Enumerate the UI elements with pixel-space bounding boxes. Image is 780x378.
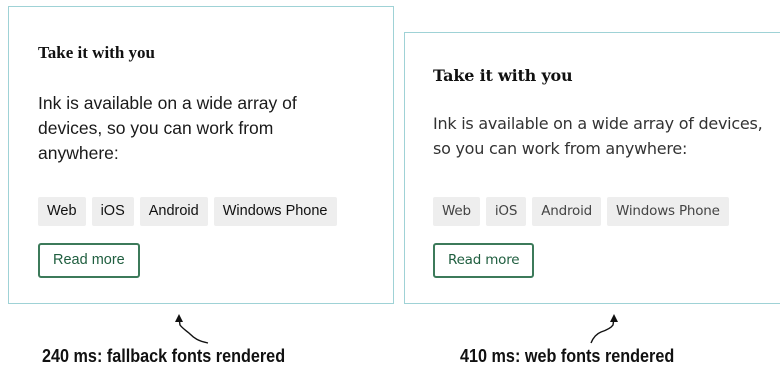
card-title: Take it with you — [433, 66, 573, 85]
caption-web-fonts: 410 ms: web fonts rendered — [460, 346, 675, 366]
tag-ios[interactable]: iOS — [91, 197, 134, 226]
card-fallback-fonts: Take it with you Ink is available on a w… — [8, 6, 394, 304]
tag-web[interactable]: Web — [433, 197, 480, 226]
tag-windows-phone[interactable]: Windows Phone — [213, 197, 337, 226]
tag-windows-phone[interactable]: Windows Phone — [607, 197, 729, 226]
up-arrow-icon — [590, 314, 618, 344]
platform-tags: Web iOS Android Windows Phone — [38, 197, 337, 226]
card-title: Take it with you — [38, 43, 155, 62]
tag-android[interactable]: Android — [139, 197, 208, 226]
card-description: Ink is available on a wide array of devi… — [38, 93, 297, 163]
card-description: Ink is available on a wide array of devi… — [433, 114, 763, 158]
tag-web[interactable]: Web — [38, 197, 86, 226]
platform-tags: Web iOS Android Windows Phone — [433, 197, 729, 226]
caption-fallback-fonts: 240 ms: fallback fonts rendered — [42, 346, 286, 366]
read-more-button[interactable]: Read more — [433, 243, 535, 278]
font-loading-comparison: Take it with you Ink is available on a w… — [0, 0, 780, 378]
read-more-button[interactable]: Read more — [38, 243, 140, 278]
card-web-fonts: Take it with you Ink is available on a w… — [404, 32, 780, 304]
up-arrow-icon — [175, 314, 209, 344]
tag-ios[interactable]: iOS — [485, 197, 527, 226]
tag-android[interactable]: Android — [532, 197, 601, 226]
